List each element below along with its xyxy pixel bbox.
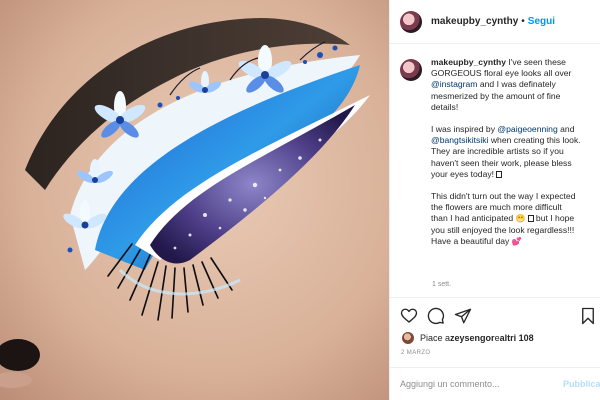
separator-dot: • [521,16,525,27]
instagram-post: makeupby_cynthy • Segui makeupby_cynthy … [0,0,600,400]
caption-text: your eyes today! [431,168,495,179]
follow-button[interactable]: Segui [528,16,555,27]
bookmark-icon[interactable] [579,307,597,325]
post-age[interactable]: 1 sett. [432,281,451,288]
post-date[interactable]: 2 MARZO [401,350,430,356]
likes-others[interactable]: altri 108 [500,333,534,343]
likes-summary[interactable]: Piace a zeysengor e altri 108 [402,332,534,344]
post-photo[interactable] [0,0,389,400]
likes-prefix: Piace a [420,333,451,343]
caption-text: and [557,124,575,135]
caption-username[interactable]: makeupby_cynthy [431,57,506,67]
caption-text: haven't seen their work, please bless [431,157,572,168]
comment-form: Pubblica [390,367,600,400]
caption-text: but I hope [533,213,575,224]
caption-text: GORGEOUS floral eye looks all over [431,68,572,79]
header-username[interactable]: makeupby_cynthy [431,16,518,27]
caption-text: mesmerized by the amount of fine [431,90,561,101]
caption-text: and I was definately [477,79,556,90]
avatar[interactable] [400,10,422,33]
caption-paragraph-3: This didn't turn out the way I expected … [431,191,599,247]
caption-text: when creating this look. [488,135,581,146]
caption-text: I've seen these [506,57,566,67]
caption-text: than I had anticipated [431,213,516,224]
caption-paragraph-2: I was inspired by @paigeoenning and @ban… [431,124,599,180]
caption-text: details! [431,101,459,112]
hearts-emoji-icon: 💕 [511,236,522,246]
caption-avatar[interactable] [400,59,422,81]
caption-paragraph-1: makeupby_cynthy I've seen these GORGEOUS… [431,57,599,113]
comment-input[interactable] [400,377,550,391]
mention-bangtsikitsiki[interactable]: @bangtsikitsiki [431,135,488,145]
caption-text: Have a beautiful day [431,235,512,246]
liker-avatar [402,332,414,344]
caption-text: you still enjoyed the look regardless!!! [431,224,575,235]
grimace-emoji-icon: 😬 [515,214,526,224]
caption-text: They are incredible artists so if you [431,146,564,157]
publish-button[interactable]: Pubblica [563,379,600,389]
heart-icon[interactable] [400,307,418,325]
missing-glyph-icon [496,170,503,178]
post-side-panel: makeupby_cynthy • Segui makeupby_cynthy … [389,0,600,400]
caption-text: I was inspired by [431,124,498,135]
liker-username[interactable]: zeysengor [450,333,495,343]
eye-makeup-image [0,0,389,400]
caption-body: makeupby_cynthy I've seen these GORGEOUS… [431,57,599,258]
caption-text: This didn't turn out the way I expected [431,191,576,202]
comment-icon[interactable] [427,307,445,325]
caption: makeupby_cynthy I've seen these GORGEOUS… [400,57,600,258]
mention-paigeoenning[interactable]: @paigeoenning [497,124,557,134]
mention-instagram[interactable]: @instagram [431,79,477,89]
post-header: makeupby_cynthy • Segui [390,0,600,44]
caption-text: the flowers are much more difficult [431,202,562,213]
share-icon[interactable] [454,307,472,325]
action-bar [390,297,600,333]
